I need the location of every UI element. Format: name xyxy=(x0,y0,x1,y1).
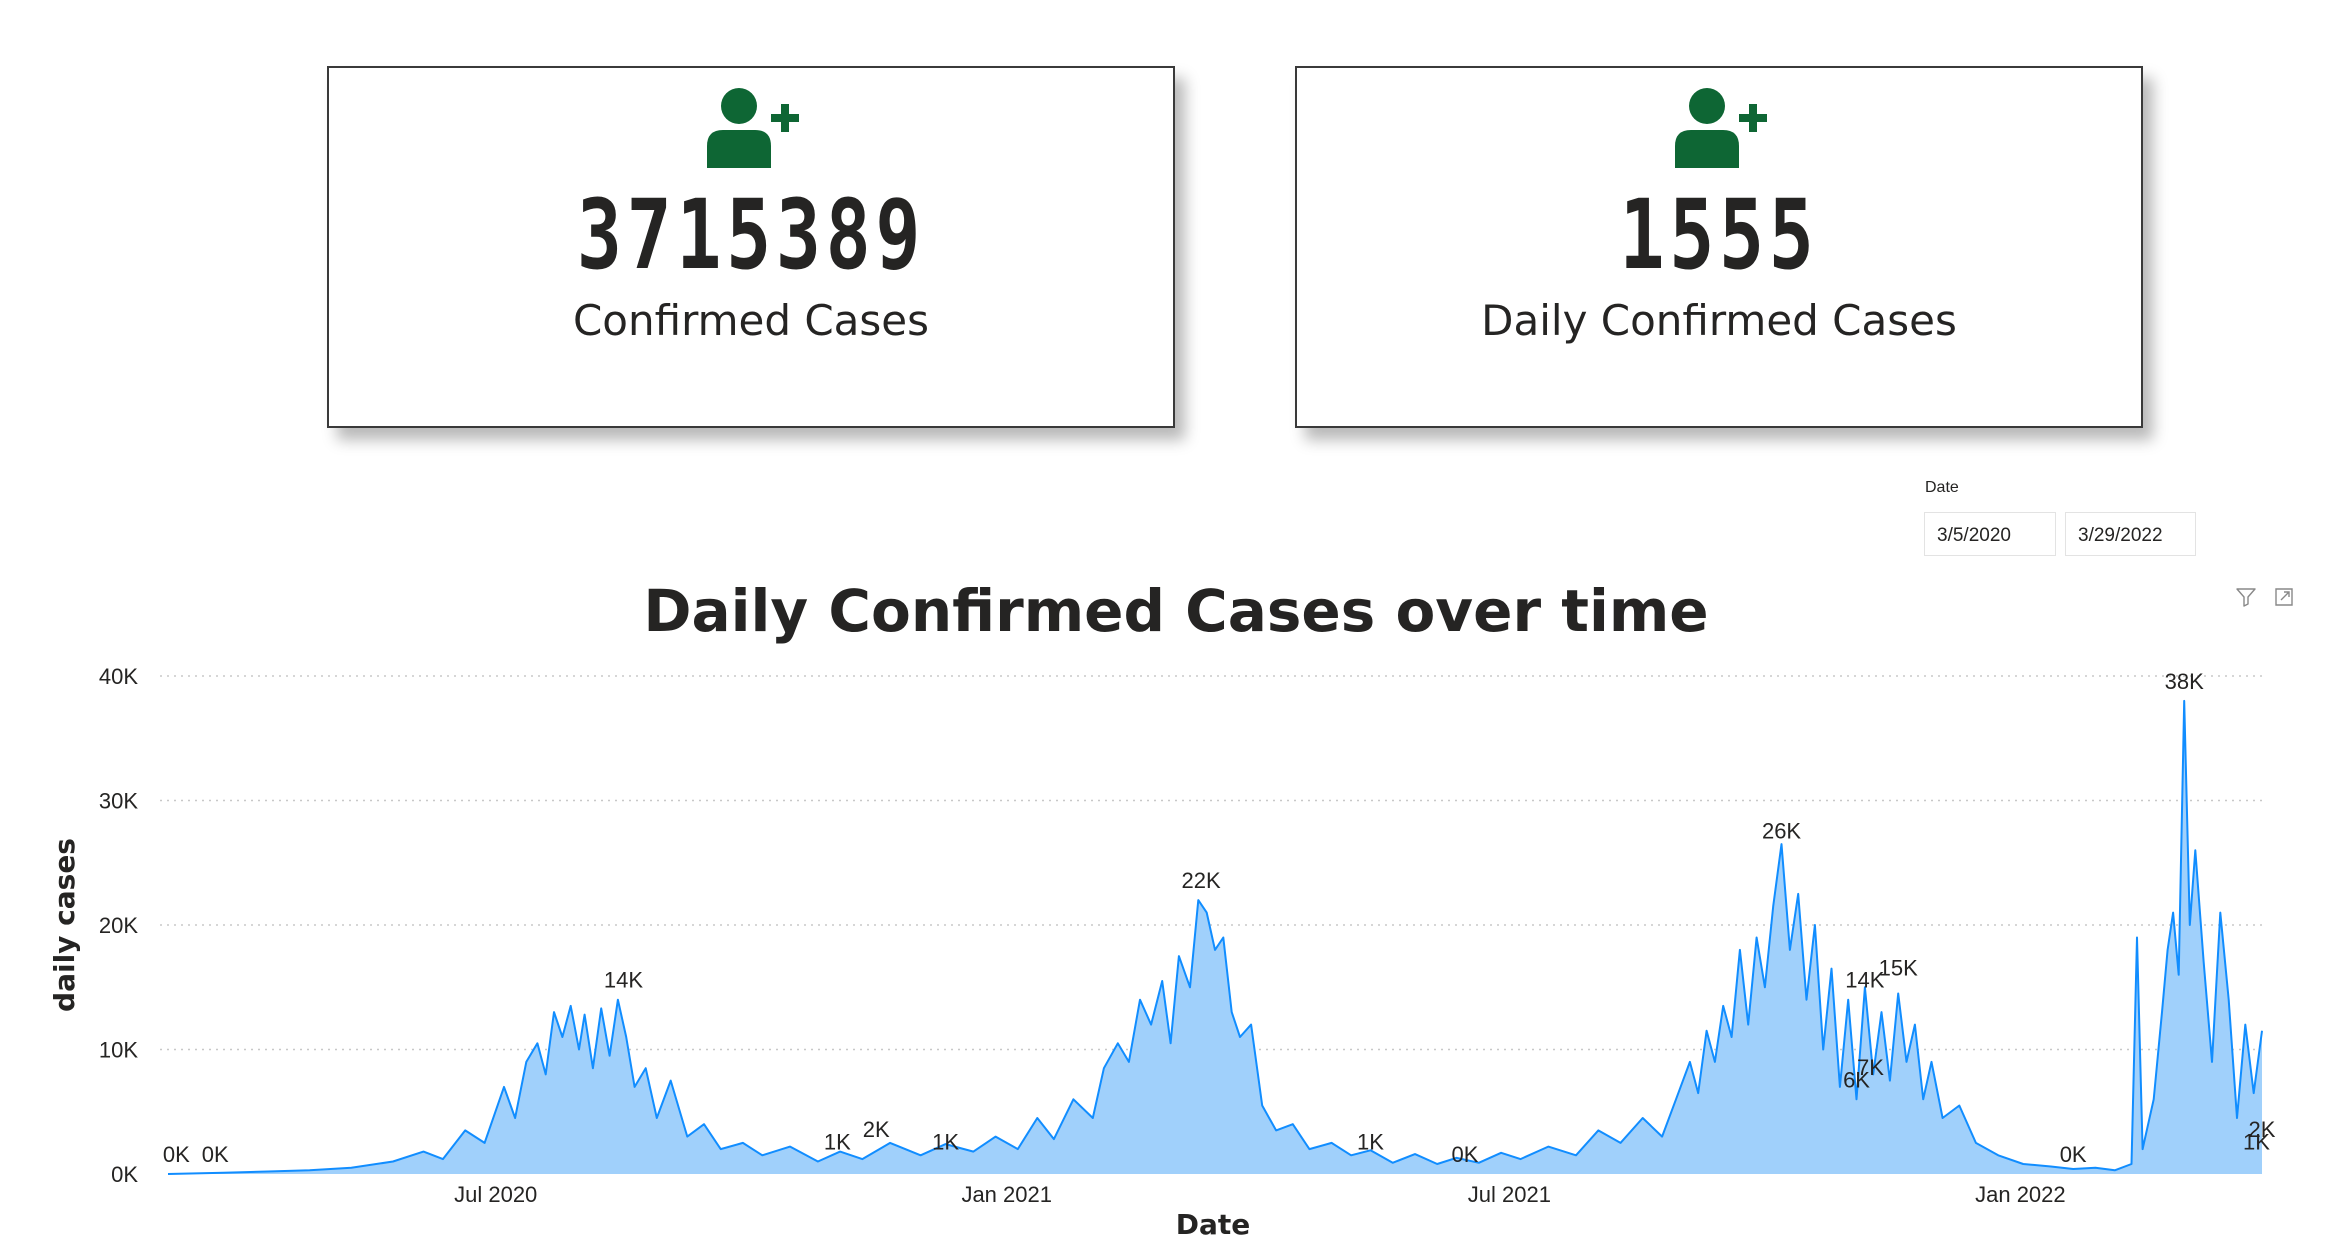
y-axis-title: daily cases xyxy=(48,838,81,1012)
data-label: 2K xyxy=(2249,1117,2276,1142)
data-label: 7K xyxy=(1857,1055,1884,1080)
x-axis-title: Date xyxy=(1176,1208,1251,1240)
data-label: 1K xyxy=(1357,1130,1384,1155)
data-label: 0K xyxy=(1451,1142,1478,1167)
x-tick-label: Jul 2020 xyxy=(454,1182,537,1207)
x-tick-label: Jan 2022 xyxy=(1975,1182,2066,1207)
date-start-input[interactable]: 3/5/2020 xyxy=(1924,512,2056,556)
y-tick-label: 10K xyxy=(99,1038,138,1063)
daily-confirmed-cases-value: 1555 xyxy=(1619,179,1819,291)
data-label: 0K xyxy=(202,1142,229,1167)
add-user-icon xyxy=(1675,88,1767,168)
data-label: 26K xyxy=(1762,818,1801,843)
y-tick-label: 40K xyxy=(99,664,138,689)
area-chart: 0K 10K 20K 30K 40K Jul 2020 Jan 2021 Jul 2021 Ja… xyxy=(48,664,2276,1240)
data-label: 38K xyxy=(2165,669,2204,694)
confirmed-cases-card: 3715389 Confirmed Cases xyxy=(327,66,1175,428)
area-fill xyxy=(168,700,2262,1174)
data-label: 22K xyxy=(1182,868,1221,893)
daily-confirmed-cases-label: Daily Confirmed Cases xyxy=(1481,296,1957,345)
filter-icon[interactable] xyxy=(2234,585,2258,609)
data-label: 2K xyxy=(863,1117,890,1142)
x-tick-label: Jan 2021 xyxy=(961,1182,1052,1207)
y-tick-label: 20K xyxy=(99,913,138,938)
data-label: 1K xyxy=(932,1130,959,1155)
focus-mode-icon[interactable] xyxy=(2272,585,2296,609)
data-label: 0K xyxy=(163,1142,190,1167)
confirmed-cases-value: 3715389 xyxy=(576,179,926,291)
chart-title: Daily Confirmed Cases over time xyxy=(643,577,1709,645)
y-tick-label: 0K xyxy=(111,1162,138,1187)
x-tick-label: Jul 2021 xyxy=(1468,1182,1551,1207)
data-label: 0K xyxy=(2060,1142,2087,1167)
date-slicer-title: Date xyxy=(1925,479,1959,496)
y-tick-label: 30K xyxy=(99,789,138,814)
daily-confirmed-cases-card: 1555 Daily Confirmed Cases xyxy=(1295,66,2143,428)
date-end-input[interactable]: 3/29/2022 xyxy=(2065,512,2196,556)
add-user-icon xyxy=(707,88,799,168)
data-label: 1K xyxy=(824,1130,851,1155)
confirmed-cases-label: Confirmed Cases xyxy=(572,296,930,345)
data-label: 15K xyxy=(1879,955,1918,980)
data-label: 14K xyxy=(604,968,643,993)
